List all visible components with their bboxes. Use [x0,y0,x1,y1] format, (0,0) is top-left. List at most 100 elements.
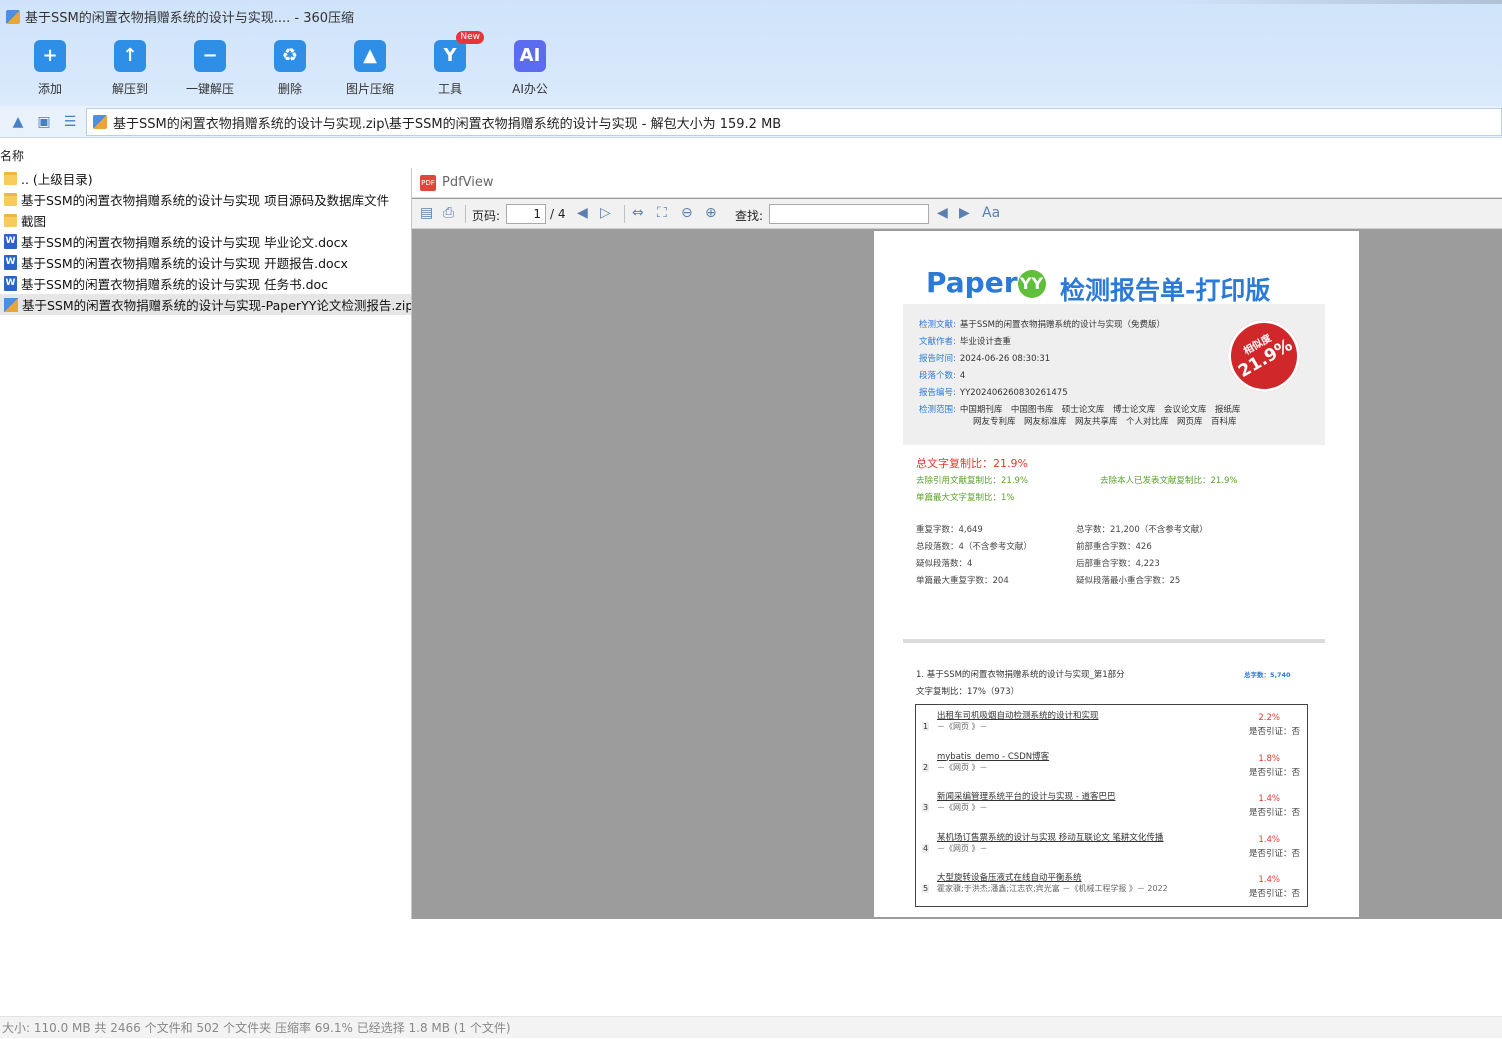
file-row[interactable]: .. (上级目录) [0,168,411,189]
source-item: 1 出租车司机吸烟自动检测系统的设计和实现 －《网页 》－ 2.2% 是否引证：否 [922,709,1302,745]
source-title[interactable]: 大型旋转设备压液式在线自动平衡系统 [937,871,1082,883]
source-meta: －《网页 》－ [937,762,988,772]
section-total: 总字数：5,740 [1244,671,1291,679]
zoom-out-icon[interactable]: ⊖ [681,205,693,221]
find-next-icon[interactable]: ▶ [959,205,970,221]
info-field-value: 基于SSM的闲置衣物捐赠系统的设计与实现（免费版） [959,320,1166,330]
source-meta: －《网页 》－ [937,843,988,853]
next-page-icon[interactable]: ▷ [600,205,611,221]
source-number: 5 [922,884,929,893]
find-label: 查找: [735,209,764,223]
source-cited: 是否引证：否 [1248,767,1300,778]
info-field-key: 段落个数: [919,371,956,381]
toolbar-button[interactable]: ♻ 删除 [250,36,330,98]
info-field: 段落个数: 4 [919,369,965,381]
one-click-extract-icon: − [194,40,226,72]
toolbar-button-label: 一键解压 [185,82,234,96]
source-item: 5 大型旋转设备压液式在线自动平衡系统 霍家骥;于洪杰;潘鑫;江志农;宾光富 －《机… [922,871,1302,907]
up-level-icon[interactable]: ▲ [10,114,26,130]
file-row[interactable]: W 基于SSM的闲置衣物捐赠系统的设计与实现 开题报告.docx [0,252,411,273]
source-percent: 1.4% [1258,794,1280,804]
source-number: 2 [922,762,929,772]
report-heading: 检测报告单-打印版 [1060,276,1271,305]
stat-line: 重复字数：4,649 [916,525,983,535]
toolbar-button[interactable]: ▲ 图片压缩 [330,36,410,98]
folder-icon [4,172,17,185]
source-item: 2 mybatis_demo - CSDN博客 －《网页 》－ 1.8% 是否引证：否 [922,750,1302,786]
pdf-viewer-title: PdfView [442,175,494,190]
file-row[interactable]: 截图 [0,210,411,231]
folder-icon [4,214,17,227]
match-case-icon[interactable]: Aa [982,205,1000,221]
toolbar-button-label: 解压到 [111,82,148,96]
toolbar-button[interactable]: Y New 工具 [410,31,490,98]
source-title[interactable]: 新闻采编管理系统平台的设计与实现 - 道客巴巴 [937,790,1115,802]
source-cited: 是否引证：否 [1248,889,1300,899]
source-percent: 1.8% [1258,753,1280,764]
find-prev-icon[interactable]: ◀ [937,205,948,221]
toolbar-button[interactable]: − 一键解压 [170,36,250,98]
stat-line: 后部重合字数：4,223 [1076,559,1160,569]
file-row[interactable]: W 基于SSM的闲置衣物捐赠系统的设计与实现 毕业论文.docx [0,231,411,252]
total-copy-ratio: 总文字复制比：21.9% [916,457,1028,470]
find-input[interactable] [769,204,929,224]
info-field: 报告时间: 2024-06-26 08:30:31 [919,352,1050,364]
info-field-value: 4 [959,371,966,381]
toolbar-button[interactable]: AI AI办公 [490,36,570,98]
similarity-stamp: 相似度 21.9% [1214,306,1314,406]
prev-page-icon[interactable]: ◀ [577,205,588,221]
source-cited: 是否引证：否 [1248,848,1300,859]
add-icon: + [34,40,66,72]
column-header-name[interactable]: 名称 [0,147,24,164]
source-title[interactable]: mybatis_demo - CSDN博客 [937,750,1049,762]
stat-line: 疑似段落数：4 [916,559,973,569]
file-row[interactable]: 基于SSM的闲置衣物捐赠系统的设计与实现 项目源码及数据库文件 [0,189,411,210]
fit-width-icon[interactable]: ⇔ [632,205,644,221]
info-field: 检测范围: 中国期刊库 中国图书库 硕士论文库 博士论文库 会议论文库 报纸库 [919,403,1240,415]
toolbar-button-label: 图片压缩 [345,82,394,96]
word-doc-icon: W [4,255,17,270]
extract-to-icon: ↑ [114,40,146,72]
address-field[interactable]: 基于SSM的闲置衣物捐赠系统的设计与实现.zip\基于SSM的闲置衣物捐赠系统的… [86,108,1502,136]
logo-mark: YY [1017,270,1046,298]
copy-icon[interactable]: ▤ [420,205,433,221]
file-row[interactable]: 基于SSM的闲置衣物捐赠系统的设计与实现-PaperYY论文检测报告.zip [0,294,411,315]
toolbar-area: 基于SSM的闲置衣物捐赠系统的设计与实现.... - 360压缩 + 添加 ↑ 解压到… [0,0,1502,106]
source-percent: 1.4% [1258,834,1280,845]
zoom-in-icon[interactable]: ⊕ [705,205,717,221]
scope-line-2: 网友专利库 网友标准库 网友共享库 个人对比库 网页库 百科库 [973,417,1237,427]
stat-line: 前部重合字数：426 [1076,542,1152,552]
page-number-input[interactable]: 1 [506,204,546,224]
address-path: 基于SSM的闲置衣物捐赠系统的设计与实现.zip\基于SSM的闲置衣物捐赠系统的… [113,116,782,132]
file-name: 基于SSM的闲置衣物捐赠系统的设计与实现 任务书.doc [21,277,329,292]
info-field-value: 毕业设计查重 [959,337,1011,347]
file-row[interactable]: W 基于SSM的闲置衣物捐赠系统的设计与实现 任务书.doc [0,273,411,294]
fit-page-icon[interactable]: ⛶ [657,205,667,221]
source-title[interactable]: 某机场订售票系统的设计与实现 移动互联论文 笔耕文化传播 [937,831,1163,843]
logo-text: Paper [926,266,1018,299]
folder-icon [4,193,17,206]
source-title[interactable]: 出租车司机吸烟自动检测系统的设计和实现 [937,709,1099,721]
word-doc-icon: W [4,234,17,249]
info-field: 报告编号: YY202406260830261475 [919,386,1068,398]
pdf-icon: PDF [420,174,436,191]
info-field-key: 检测文献: [919,320,956,330]
thumbnail-view-icon[interactable]: ▣ [36,114,52,130]
exclude-self-ratio: 去除本人已发表文献复制比：21.9% [1100,476,1238,486]
info-field-value: 2024-06-26 08:30:31 [959,354,1051,364]
toolbar-button[interactable]: + 添加 [10,36,90,98]
print-icon[interactable]: ⎙ [443,205,454,221]
info-field-value: YY202406260830261475 [959,388,1068,398]
archive-icon [93,115,107,129]
image-compress-icon: ▲ [354,40,386,72]
source-number: 4 [922,843,929,853]
archive-icon [6,9,20,24]
source-cited: 是否引证：否 [1248,727,1300,737]
file-name: 截图 [21,214,47,229]
pdf-toolbar: ▤ ⎙ 页码: 1 / 4 ◀ ▷ ⇔ ⛶ ⊖ ⊕ 查找: ◀ ▶ Aa [412,199,1502,229]
list-view-icon[interactable]: ☰ [62,114,78,130]
toolbar-button[interactable]: ↑ 解压到 [90,36,170,98]
info-field-key: 报告编号: [919,388,956,398]
toolbar-button-label: 添加 [37,82,62,96]
word-doc-icon: W [4,276,17,291]
